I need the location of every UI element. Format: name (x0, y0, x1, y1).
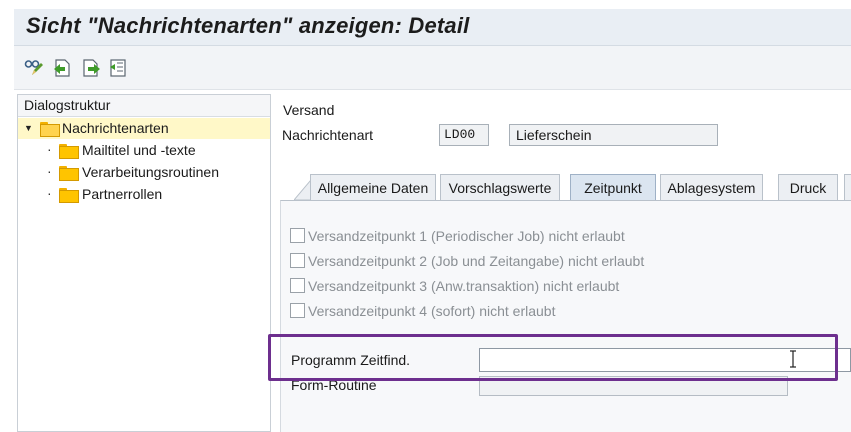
glasses-pencil-icon[interactable] (24, 58, 44, 78)
program-label: Programm Zeitfind. (291, 352, 411, 368)
checkbox-versandzeitpunkt-3[interactable] (290, 278, 305, 293)
page-title: Sicht "Nachrichtenarten" anzeigen: Detai… (26, 13, 470, 38)
previous-entry-icon[interactable] (52, 58, 72, 78)
checkbox-label: Versandzeitpunkt 3 (Anw.transaktion) nic… (308, 278, 620, 294)
message-type-description-field: Lieferschein (509, 124, 718, 146)
open-folder-icon (40, 122, 60, 137)
next-entry-icon[interactable] (81, 58, 101, 78)
checkbox-label: Versandzeitpunkt 1 (Periodischer Job) ni… (308, 228, 625, 244)
tab-zeitpunkt[interactable]: Zeitpunkt (570, 174, 656, 201)
tab-vorschlagswerte[interactable]: Vorschlagswerte (440, 174, 560, 201)
bullet-icon: · (47, 141, 52, 157)
checkbox-label: Versandzeitpunkt 4 (sofort) nicht erlaub… (308, 303, 556, 319)
checkbox-versandzeitpunkt-1[interactable] (290, 228, 305, 243)
text-cursor-icon (790, 350, 796, 368)
form-routine-input[interactable] (479, 376, 788, 396)
tree-item-partnerrollen[interactable]: · Partnerrollen (18, 184, 270, 205)
dialog-structure-header: Dialogstruktur (18, 95, 270, 117)
tree-item-label: Verarbeitungsroutinen (82, 164, 219, 180)
tab-allgemeine-daten[interactable]: Allgemeine Daten (310, 174, 436, 201)
collapse-triangle-icon[interactable]: ▼ (24, 118, 33, 139)
dialog-structure-panel: Dialogstruktur ▼ Nachrichtenarten · Mail… (17, 94, 271, 432)
message-type-label: Nachrichtenart (282, 127, 374, 143)
tab-druck[interactable]: Druck (778, 174, 838, 201)
folder-icon (59, 144, 79, 159)
toolbar (14, 46, 851, 90)
folder-icon (59, 166, 79, 181)
bullet-icon: · (47, 163, 52, 179)
checkbox-versandzeitpunkt-2[interactable] (290, 253, 305, 268)
tab-strip: Allgemeine Daten Vorschlagswerte Zeitpun… (280, 174, 851, 201)
group-label-versand: Versand (283, 102, 335, 118)
tree-item-label: Partnerrollen (82, 186, 163, 202)
checkbox-label: Versandzeitpunkt 2 (Job und Zeitangabe) … (308, 253, 645, 269)
checkbox-versandzeitpunkt-4[interactable] (290, 303, 305, 318)
tree-item-mailtitel[interactable]: · Mailtitel und -texte (18, 140, 270, 161)
bullet-icon: · (47, 185, 52, 201)
message-type-field[interactable]: LD00 (439, 124, 489, 146)
tree-item-label: Nachrichtenarten (62, 120, 169, 136)
form-routine-label: Form-Routine (291, 377, 377, 393)
title-bar: Sicht "Nachrichtenarten" anzeigen: Detai… (14, 9, 851, 46)
variable-list-icon[interactable] (108, 58, 128, 78)
tree-item-label: Mailtitel und -texte (82, 142, 196, 158)
folder-icon (59, 188, 79, 203)
tab-more[interactable] (844, 174, 851, 201)
tree-item-nachrichtenarten[interactable]: ▼ Nachrichtenarten (18, 118, 270, 139)
tab-ablagesystem[interactable]: Ablagesystem (660, 174, 763, 201)
tree-item-verarbeitungsroutinen[interactable]: · Verarbeitungsroutinen (18, 162, 270, 183)
